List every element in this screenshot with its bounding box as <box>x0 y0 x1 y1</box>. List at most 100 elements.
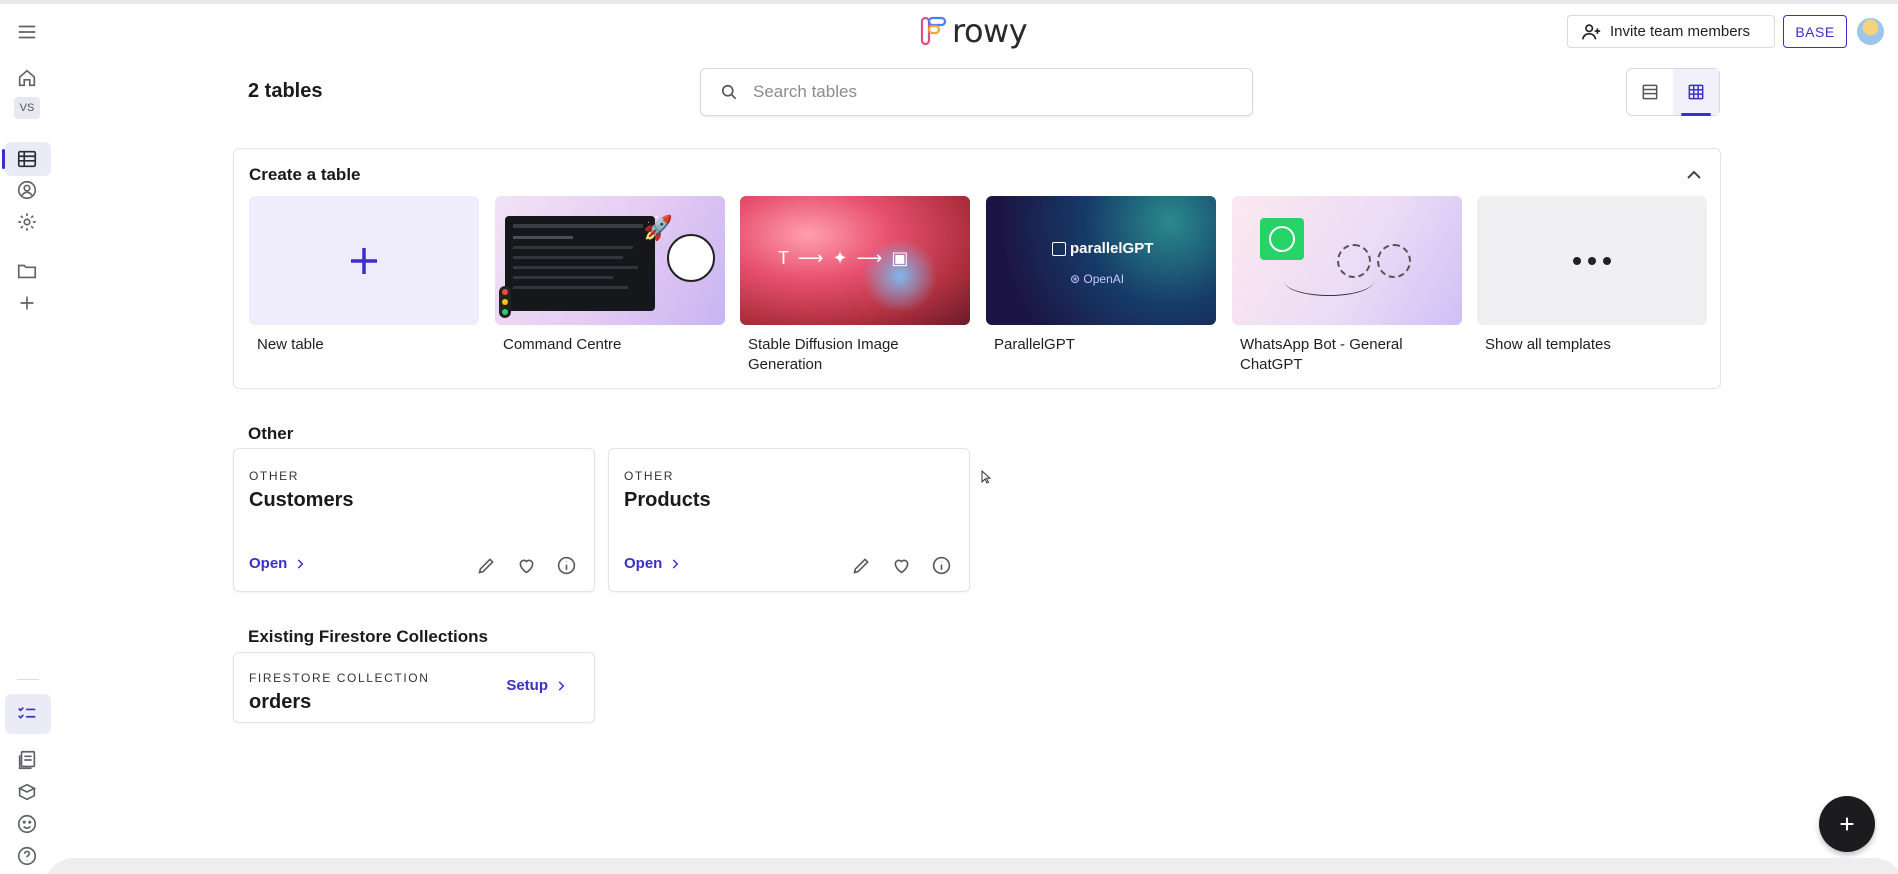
info-icon[interactable] <box>554 553 578 577</box>
page-title: 2 tables <box>248 80 323 102</box>
template-parallelgpt[interactable]: parallelGPT ⊛ OpenAI ParallelGPT <box>986 196 1216 355</box>
parallelgpt-thumb-sub: OpenAI <box>1083 272 1125 286</box>
table-name: Products <box>624 489 711 511</box>
template-stable-diffusion[interactable]: T ⟶ ✦ ⟶ ▣ Stable Diffusion Image Generat… <box>740 196 970 375</box>
template-whatsapp-bot[interactable]: WhatsApp Bot - General ChatGPT <box>1232 196 1462 375</box>
stable-diffusion-thumb: T ⟶ ✦ ⟶ ▣ <box>740 196 970 325</box>
openai-icon: ⊛ <box>1070 272 1081 286</box>
template-label: Stable Diffusion Image Generation <box>748 336 899 373</box>
feedback-smile-icon[interactable] <box>13 810 41 838</box>
new-table-thumb <box>249 196 479 325</box>
open-label: Open <box>249 555 288 572</box>
base-button[interactable]: BASE <box>1783 15 1847 48</box>
edit-icon[interactable] <box>849 553 873 577</box>
github-icon <box>667 234 715 282</box>
settings-icon[interactable] <box>13 208 41 236</box>
collection-category: FIRESTORE COLLECTION <box>249 671 430 685</box>
info-icon[interactable] <box>929 553 953 577</box>
tables-icon[interactable] <box>13 145 41 173</box>
list-view-icon <box>1642 84 1658 100</box>
parallelgpt-thumb-title: parallelGPT <box>1070 240 1154 257</box>
command-centre-thumb: 🚀 <box>495 196 725 325</box>
add-table-fab[interactable] <box>1819 796 1875 852</box>
show-all-thumb <box>1477 196 1707 325</box>
search-icon <box>721 84 737 100</box>
parallelgpt-thumb: parallelGPT ⊛ OpenAI <box>986 196 1216 325</box>
show-all-templates[interactable]: Show all templates <box>1477 196 1707 355</box>
template-label: WhatsApp Bot - General ChatGPT <box>1240 336 1403 373</box>
firestore-collection-card: FIRESTORE COLLECTION orders Setup <box>233 652 595 723</box>
template-label: New table <box>257 336 324 353</box>
grid-view-icon <box>1688 84 1704 100</box>
table-actions <box>474 553 578 577</box>
setup-label: Setup <box>506 677 548 694</box>
text-to-image-icon: T ⟶ ✦ ⟶ ▣ <box>778 248 911 268</box>
invite-label: Invite team members <box>1610 23 1751 40</box>
template-label: ParallelGPT <box>994 336 1075 353</box>
template-label: Show all templates <box>1485 336 1611 353</box>
search-input[interactable] <box>753 82 1213 102</box>
rowy-logo[interactable]: rowy <box>920 12 1028 50</box>
sidebar-divider <box>17 679 39 680</box>
mouse-cursor-icon <box>981 470 991 484</box>
whatsapp-bot-thumb <box>1232 196 1462 325</box>
docs-icon[interactable] <box>13 746 41 774</box>
list-view-button[interactable] <box>1627 69 1673 115</box>
whatsapp-icon <box>1260 218 1304 260</box>
home-icon[interactable] <box>13 64 41 92</box>
favorite-icon[interactable] <box>889 553 913 577</box>
checklist-icon[interactable] <box>13 700 41 728</box>
folder-icon[interactable] <box>13 257 41 285</box>
sidebar: VS <box>0 4 54 874</box>
favorite-icon[interactable] <box>514 553 538 577</box>
chatgpt-icon-2 <box>1377 244 1411 278</box>
chevron-right-icon <box>558 680 565 691</box>
bottom-panel-edge <box>44 858 1898 874</box>
window-top-border <box>0 0 1898 4</box>
rowy-logo-icon <box>920 16 947 46</box>
learn-icon[interactable] <box>13 778 41 806</box>
avatar[interactable] <box>1857 18 1884 45</box>
help-icon[interactable] <box>13 842 41 870</box>
grid-view-button[interactable] <box>1673 69 1719 116</box>
plus-icon <box>351 247 377 274</box>
workspace-badge[interactable]: VS <box>14 97 40 119</box>
collection-name: orders <box>249 691 312 713</box>
chevron-right-icon <box>298 558 304 569</box>
table-category: OTHER <box>624 469 674 483</box>
copy-icon <box>1052 241 1066 256</box>
section-title-other: Other <box>248 424 294 443</box>
edit-icon[interactable] <box>474 553 498 577</box>
chevron-up-icon[interactable] <box>1682 163 1706 187</box>
open-label: Open <box>624 555 663 572</box>
table-actions <box>849 553 953 577</box>
create-table-title: Create a table <box>249 165 361 184</box>
template-new-table[interactable]: New table <box>249 196 479 355</box>
table-category: OTHER <box>249 469 299 483</box>
menu-icon[interactable] <box>13 18 41 46</box>
screenshot-illustration <box>505 216 655 311</box>
rocket-icon: 🚀 <box>643 215 673 242</box>
add-icon[interactable] <box>13 289 41 317</box>
setup-link[interactable]: Setup <box>506 677 568 694</box>
plus-icon <box>1840 817 1854 831</box>
invite-team-members-button[interactable]: Invite team members <box>1567 15 1775 48</box>
table-card-customers: OTHER Customers Open <box>233 448 595 592</box>
logo-text: rowy <box>952 12 1028 50</box>
person-add-icon <box>1581 23 1601 40</box>
users-icon[interactable] <box>13 176 41 204</box>
table-name: Customers <box>249 489 354 511</box>
create-table-panel: Create a table New table 🚀 Command Centr… <box>233 148 1721 389</box>
open-link[interactable]: Open <box>624 555 682 572</box>
table-card-products: OTHER Products Open <box>608 448 970 592</box>
chevron-right-icon <box>673 558 679 569</box>
more-horizontal-icon <box>1573 256 1611 265</box>
search-box[interactable] <box>700 68 1253 116</box>
section-title-firestore: Existing Firestore Collections <box>248 627 488 646</box>
open-link[interactable]: Open <box>249 555 307 572</box>
arrow-icon <box>1284 266 1374 296</box>
template-label: Command Centre <box>503 336 622 353</box>
template-command-centre[interactable]: 🚀 Command Centre <box>495 196 725 355</box>
traffic-light-icon <box>499 286 511 318</box>
view-toggle <box>1626 68 1720 116</box>
